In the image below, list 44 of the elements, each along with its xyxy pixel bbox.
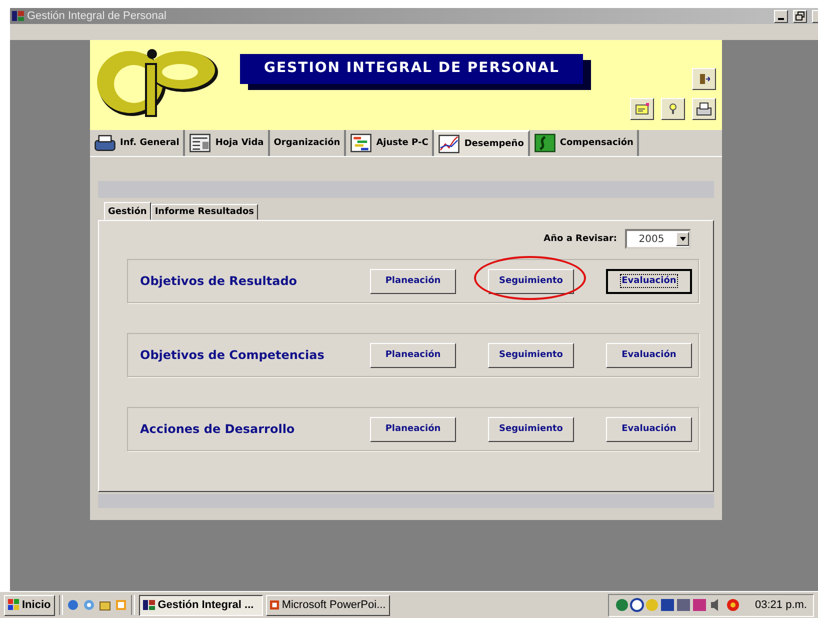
app-title-banner: GESTION INTEGRAL DE PERSONAL xyxy=(240,54,584,84)
message-icon[interactable] xyxy=(630,98,654,120)
tab[interactable]: Informe Resultados xyxy=(150,204,258,220)
line-chart-icon xyxy=(438,134,460,154)
action-button[interactable]: Evaluación xyxy=(606,416,692,442)
windows-logo-icon xyxy=(8,599,20,612)
action-button[interactable]: Seguimiento xyxy=(488,268,574,294)
gantt-chart-icon xyxy=(350,133,372,153)
app-icon xyxy=(12,10,24,22)
restore-icon xyxy=(795,11,805,21)
sync-icon[interactable] xyxy=(82,599,95,612)
printer-icon xyxy=(94,133,116,153)
minimize-icon xyxy=(778,18,784,20)
group-title: Objetivos de Competencias xyxy=(140,348,326,362)
tab[interactable]: Desempeño xyxy=(434,130,530,156)
window-title: Gestión Integral de Personal xyxy=(27,10,166,22)
taskbar-button[interactable]: Microsoft PowerPoi... xyxy=(266,594,390,616)
app-icon xyxy=(142,599,155,612)
action-button[interactable]: Seguimiento xyxy=(488,342,574,368)
year-label: Año a Revisar: xyxy=(544,234,617,244)
taskbar-button[interactable]: Gestión Integral ... xyxy=(138,594,263,616)
tab[interactable]: Gestión xyxy=(104,202,151,220)
folder-icon[interactable] xyxy=(98,599,111,612)
exit-door-icon[interactable] xyxy=(692,68,716,90)
year-dropdown[interactable]: 2005 xyxy=(625,229,691,249)
action-button[interactable]: Planeación xyxy=(370,268,456,294)
form-icon xyxy=(189,133,212,153)
print-icon[interactable] xyxy=(692,98,716,120)
clock: 03:21 p.m. xyxy=(755,599,807,612)
action-button[interactable]: Evaluación xyxy=(606,268,692,294)
minimize-button[interactable] xyxy=(774,10,788,22)
swirl-icon xyxy=(534,133,556,153)
action-button[interactable]: Planeación xyxy=(370,342,456,368)
close-button[interactable] xyxy=(812,10,818,22)
group-title: Acciones de Desarrollo xyxy=(140,422,296,436)
action-button[interactable]: Seguimiento xyxy=(488,416,574,442)
group-title: Objetivos de Resultado xyxy=(140,274,298,288)
start-button[interactable]: Inicio xyxy=(4,594,55,616)
restore-button[interactable] xyxy=(793,10,807,22)
action-button[interactable]: Evaluación xyxy=(606,342,692,368)
browser-icon[interactable] xyxy=(66,599,79,612)
presentation-icon xyxy=(270,599,279,612)
action-button[interactable]: Planeación xyxy=(370,416,456,442)
help-icon[interactable] xyxy=(661,98,685,120)
